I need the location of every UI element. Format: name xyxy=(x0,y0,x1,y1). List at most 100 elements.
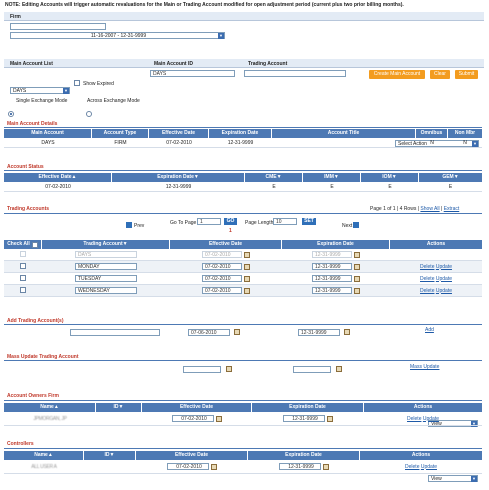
calendar-icon[interactable] xyxy=(344,329,350,335)
firm-input[interactable] xyxy=(10,23,106,30)
owner-update-link[interactable]: Update xyxy=(423,416,439,422)
divider xyxy=(4,170,482,171)
add-link[interactable]: Add xyxy=(425,327,434,333)
col-owner-actions: Actions xyxy=(364,403,482,412)
ta-delete-link[interactable]: Delete xyxy=(420,264,434,270)
trading-account-input[interactable]: MONDAY xyxy=(75,263,137,270)
row-checkbox-cell xyxy=(4,274,42,283)
ta-expiration-input[interactable]: 12-31-9999 xyxy=(312,275,352,282)
show-all-link[interactable]: Show All xyxy=(420,206,439,212)
col-controller-id[interactable]: ID▼ xyxy=(84,451,136,460)
calendar-icon[interactable] xyxy=(354,287,360,294)
row-checkbox[interactable] xyxy=(20,286,26,293)
page-length-input[interactable]: 10 xyxy=(273,218,297,225)
controller-delete-link[interactable]: Delete xyxy=(405,464,419,470)
trading-account-input[interactable]: TUESDAY xyxy=(75,275,137,282)
ta-delete-link[interactable]: Delete xyxy=(420,288,434,294)
calendar-icon[interactable] xyxy=(336,366,342,372)
ta-delete-link[interactable]: Delete xyxy=(420,276,434,282)
firm-date-range-select[interactable]: 11-16-2007 - 12-31-9999 ▼ xyxy=(10,32,225,39)
mass-effective-date-input[interactable] xyxy=(183,366,221,373)
prev-checkbox[interactable] xyxy=(126,222,132,228)
calendar-icon[interactable] xyxy=(323,463,329,470)
add-trading-account-input[interactable] xyxy=(70,329,160,336)
calendar-icon[interactable] xyxy=(327,415,333,422)
set-button[interactable]: SET xyxy=(302,218,316,225)
ta-expiration-input[interactable]: 12-31-9999 xyxy=(312,287,352,294)
col-imm[interactable]: IMM▼ xyxy=(303,173,361,182)
prev-label[interactable]: Prev xyxy=(134,223,144,229)
col-iom[interactable]: IOM▼ xyxy=(361,173,419,182)
col-gem[interactable]: GEM▼ xyxy=(419,173,482,182)
across-exchange-radio[interactable] xyxy=(86,111,93,117)
owner-expiration-input[interactable]: 12-31-9999 xyxy=(283,415,325,422)
ta-effective-input[interactable]: 07-02-2010 xyxy=(202,287,242,294)
mass-update-link[interactable]: Mass Update xyxy=(410,364,439,370)
col-check-all[interactable]: Check All xyxy=(4,240,42,249)
owner-delete-link[interactable]: Delete xyxy=(407,416,421,422)
controllers-view-select[interactable]: View ▼ xyxy=(428,475,478,482)
row-checkbox[interactable] xyxy=(20,274,26,281)
trading-account-cell: WEDNESDAY xyxy=(42,287,170,294)
controller-name: ALL USER A xyxy=(31,463,57,470)
col-cme[interactable]: CME▼ xyxy=(245,173,303,182)
trading-account-input[interactable] xyxy=(244,70,346,77)
calendar-icon[interactable] xyxy=(244,287,250,294)
main-id-label: Main Account ID xyxy=(154,61,193,67)
ta-effective-input[interactable]: 07-02-2010 xyxy=(202,263,242,270)
ta-update-link[interactable]: Update xyxy=(436,264,452,270)
col-ta-effective: Effective Date xyxy=(170,240,282,249)
main-account-list-select[interactable]: DAYS ▼ xyxy=(10,87,70,94)
next-label[interactable]: Next xyxy=(342,223,352,229)
col-owner-name[interactable]: Name▲ xyxy=(4,403,96,412)
add-effective-date-input[interactable]: 07-06-2010 xyxy=(188,329,230,336)
next-checkbox[interactable] xyxy=(353,222,359,228)
single-exchange-radio[interactable] xyxy=(8,111,14,117)
ta-update-link[interactable]: Update xyxy=(436,276,452,282)
trading-accounts-table: Check All Trading Account▼ Effective Dat… xyxy=(4,240,482,297)
owner-effective-input[interactable]: 07-02-2010 xyxy=(172,415,214,422)
goto-page-label: Go To Page xyxy=(170,220,197,226)
controllers-title: Controllers xyxy=(7,441,34,447)
show-expired-checkbox[interactable] xyxy=(74,80,80,86)
main-account-id-input[interactable]: DAYS xyxy=(150,70,235,77)
col-status-expiration[interactable]: Expiration Date▼ xyxy=(112,173,245,182)
calendar-icon[interactable] xyxy=(354,263,360,270)
controller-expiration-input[interactable]: 12-31-9999 xyxy=(279,463,321,470)
submit-button[interactable]: Submit xyxy=(455,70,478,79)
cell-cme: E xyxy=(272,183,276,190)
col-status-effective[interactable]: Effective Date▲ xyxy=(4,173,112,182)
ta-effective-input[interactable]: 07-02-2010 xyxy=(202,275,242,282)
calendar-icon[interactable] xyxy=(216,415,222,422)
controller-effective-input[interactable]: 07-02-2010 xyxy=(167,463,209,470)
main-account-list-value: DAYS xyxy=(13,88,27,94)
calendar-icon[interactable] xyxy=(211,463,217,470)
col-ta-expiration: Expiration Date xyxy=(282,240,390,249)
calendar-icon[interactable] xyxy=(354,275,360,282)
clear-button[interactable]: Clear xyxy=(430,70,450,79)
controller-update-link[interactable]: Update xyxy=(421,464,437,470)
col-controller-name[interactable]: Name▲ xyxy=(4,451,84,460)
ta-expiration-input[interactable]: 12-31-9999 xyxy=(312,263,352,270)
go-button[interactable]: GO xyxy=(224,218,237,225)
add-expiration-date-input[interactable]: 12-31-9999 xyxy=(298,329,340,336)
calendar-icon[interactable] xyxy=(244,275,250,282)
calendar-icon[interactable] xyxy=(234,329,240,335)
goto-page-input[interactable]: 1 xyxy=(197,218,221,225)
col-trading-account[interactable]: Trading Account▼ xyxy=(42,240,170,249)
ta-update-link[interactable]: Update xyxy=(436,288,452,294)
check-all-checkbox[interactable] xyxy=(31,241,38,248)
col-owner-id[interactable]: ID▼ xyxy=(96,403,142,412)
trading-account-input[interactable]: WEDNESDAY xyxy=(75,287,137,294)
col-main-account: Main Account xyxy=(4,129,92,138)
mass-expiration-date-input[interactable] xyxy=(293,366,331,373)
col-account-title: Account Title xyxy=(272,129,416,138)
ta-actions-cell: Delete Update xyxy=(390,264,482,270)
create-main-account-button[interactable]: Create Main Account xyxy=(369,70,425,79)
calendar-icon[interactable] xyxy=(244,263,250,270)
current-page-number: 1 xyxy=(229,228,232,234)
extract-link[interactable]: Extract xyxy=(444,206,460,212)
table-row[interactable]: DAYS FIRM 07-02-2010 12-31-9999 N N xyxy=(4,138,482,148)
calendar-icon[interactable] xyxy=(226,366,232,372)
row-checkbox[interactable] xyxy=(20,262,26,269)
